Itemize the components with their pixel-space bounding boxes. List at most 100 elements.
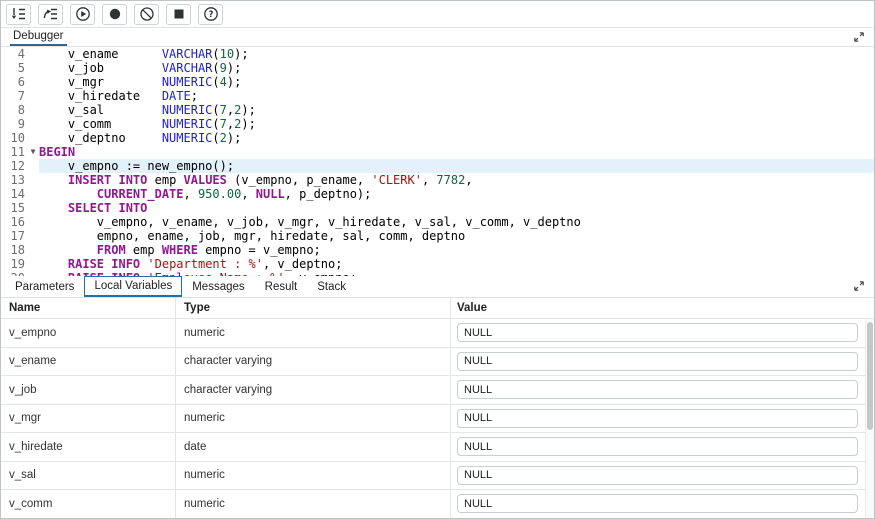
code-text: v_comm NUMERIC(7,2); [39, 117, 874, 131]
code-line: 8 v_sal NUMERIC(7,2); [1, 103, 874, 117]
line-number[interactable]: 16 [1, 215, 27, 229]
toggle-breakpoint-button[interactable] [102, 4, 127, 25]
tab-parameters[interactable]: Parameters [5, 276, 84, 297]
clear-all-breakpoints-icon [139, 6, 155, 22]
line-number[interactable]: 13 [1, 173, 27, 187]
variable-type: date [176, 433, 451, 461]
line-number[interactable]: 17 [1, 229, 27, 243]
column-header-type[interactable]: Type [176, 298, 451, 318]
line-number[interactable]: 11 [1, 145, 27, 159]
help-button[interactable]: ? [198, 4, 223, 25]
line-number[interactable]: 8 [1, 103, 27, 117]
stop-button[interactable] [166, 4, 191, 25]
code-text: INSERT INTO emp VALUES (v_empno, p_ename… [39, 173, 874, 187]
fold-marker-icon[interactable]: ▼ [27, 145, 39, 159]
fold-gutter [27, 117, 39, 131]
continue-button[interactable] [70, 4, 95, 25]
fold-gutter [27, 187, 39, 201]
code-text: SELECT INTO [39, 201, 874, 215]
grid-body: v_empnonumericv_enamecharacter varyingv_… [1, 319, 874, 518]
variable-name: v_empno [1, 319, 176, 347]
variable-type: numeric [176, 490, 451, 518]
grid-scrollbar-thumb[interactable] [867, 322, 873, 430]
variable-row: v_mgrnumeric [1, 405, 874, 434]
tab-messages[interactable]: Messages [182, 276, 254, 297]
line-number[interactable]: 6 [1, 75, 27, 89]
svg-text:?: ? [208, 10, 213, 20]
toggle-breakpoint-icon [107, 6, 123, 22]
line-number[interactable]: 10 [1, 131, 27, 145]
tab-stack[interactable]: Stack [307, 276, 356, 297]
variable-value-cell [451, 376, 874, 404]
variable-value-input[interactable] [457, 494, 858, 513]
expand-panel-icon[interactable] [853, 280, 865, 295]
fold-gutter [27, 159, 39, 173]
code-line: 4 v_ename VARCHAR(10); [1, 47, 874, 61]
panel-tab-bar: Debugger [1, 28, 874, 47]
code-text: v_empno := new_empno(); [39, 159, 874, 173]
tab-local-variables[interactable]: Local Variables [84, 276, 182, 297]
line-number[interactable]: 14 [1, 187, 27, 201]
fold-gutter [27, 257, 39, 271]
variable-value-input[interactable] [457, 437, 858, 456]
line-number[interactable]: 5 [1, 61, 27, 75]
line-number[interactable]: 7 [1, 89, 27, 103]
variable-type: character varying [176, 348, 451, 376]
fold-gutter [27, 201, 39, 215]
line-number[interactable]: 12 [1, 159, 27, 173]
variable-value-input[interactable] [457, 466, 858, 485]
line-number[interactable]: 15 [1, 201, 27, 215]
code-text: BEGIN [39, 145, 874, 159]
variable-value-input[interactable] [457, 323, 858, 342]
variable-type: numeric [176, 319, 451, 347]
variable-name: v_sal [1, 462, 176, 490]
code-line: 13 INSERT INTO emp VALUES (v_empno, p_en… [1, 173, 874, 187]
code-text: v_mgr NUMERIC(4); [39, 75, 874, 89]
variable-value-input[interactable] [457, 409, 858, 428]
variable-value-cell [451, 433, 874, 461]
fold-gutter [27, 173, 39, 187]
step-into-button[interactable] [6, 4, 31, 25]
clear-all-breakpoints-button[interactable] [134, 4, 159, 25]
step-over-button[interactable] [38, 4, 63, 25]
code-editor[interactable]: 4 v_ename VARCHAR(10);5 v_job VARCHAR(9)… [1, 47, 874, 276]
step-over-icon [43, 6, 59, 22]
step-into-icon [11, 6, 27, 22]
column-header-value[interactable]: Value [451, 298, 874, 318]
code-text: empno, ename, job, mgr, hiredate, sal, c… [39, 229, 874, 243]
column-header-name[interactable]: Name [1, 298, 176, 318]
code-line: 18 FROM emp WHERE empno = v_empno; [1, 243, 874, 257]
tab-debugger[interactable]: Debugger [10, 29, 67, 46]
tab-result[interactable]: Result [255, 276, 308, 297]
fold-gutter [27, 215, 39, 229]
current-execution-line: 12 v_empno := new_empno(); [1, 159, 874, 173]
code-text: v_job VARCHAR(9); [39, 61, 874, 75]
variable-value-input[interactable] [457, 352, 858, 371]
fold-gutter [27, 131, 39, 145]
fold-gutter [27, 243, 39, 257]
line-number[interactable]: 9 [1, 117, 27, 131]
variable-value-cell [451, 319, 874, 347]
line-number[interactable]: 18 [1, 243, 27, 257]
expand-editor-icon[interactable] [853, 31, 865, 46]
line-number[interactable]: 19 [1, 257, 27, 271]
bottom-tabs: ParametersLocal VariablesMessagesResultS… [5, 276, 356, 297]
code-line: 17 empno, ename, job, mgr, hiredate, sal… [1, 229, 874, 243]
code-text: v_hiredate DATE; [39, 89, 874, 103]
fold-gutter [27, 75, 39, 89]
grid-scrollbar[interactable] [865, 319, 874, 518]
variable-name: v_hiredate [1, 433, 176, 461]
line-number[interactable]: 4 [1, 47, 27, 61]
fold-gutter [27, 103, 39, 117]
variable-value-input[interactable] [457, 380, 858, 399]
fold-gutter [27, 61, 39, 75]
fold-gutter [27, 229, 39, 243]
variable-type: numeric [176, 462, 451, 490]
variable-row: v_salnumeric [1, 462, 874, 491]
variable-name: v_mgr [1, 405, 176, 433]
code-line: 6 v_mgr NUMERIC(4); [1, 75, 874, 89]
variable-type: numeric [176, 405, 451, 433]
local-variables-grid: Name Type Value v_empnonumericv_enamecha… [1, 298, 874, 518]
variable-name: v_job [1, 376, 176, 404]
code-line: 10 v_deptno NUMERIC(2); [1, 131, 874, 145]
